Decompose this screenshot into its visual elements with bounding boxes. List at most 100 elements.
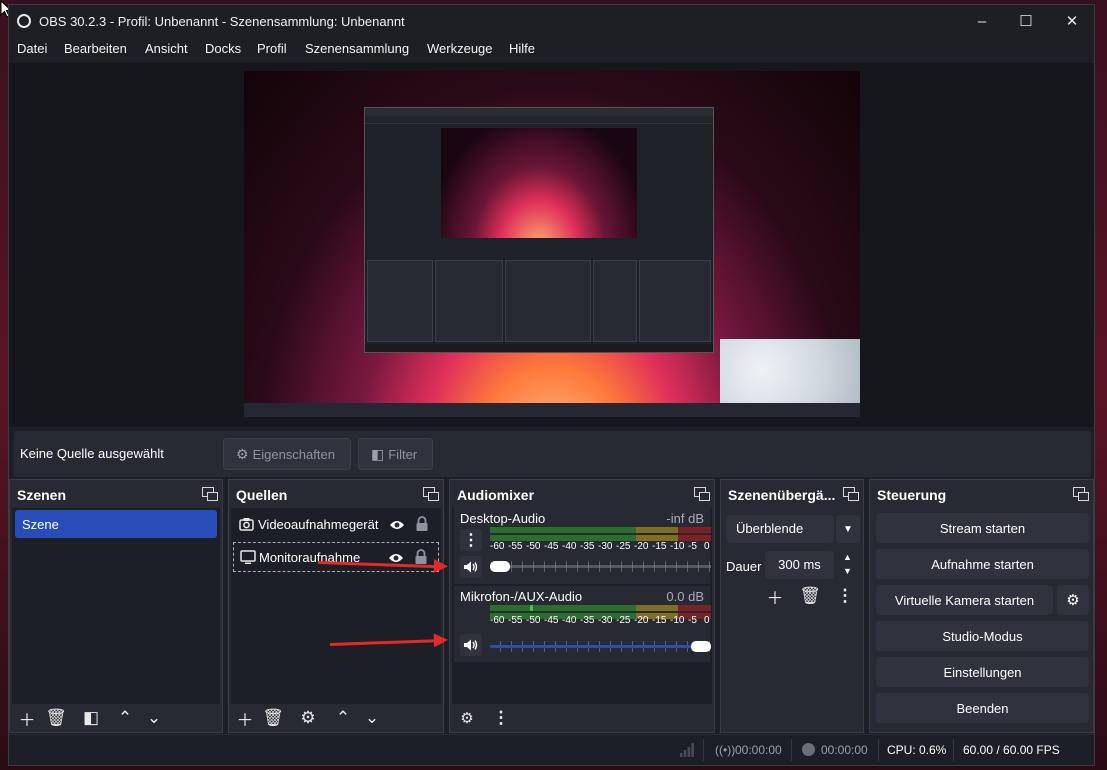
lock-icon[interactable] [414,549,428,565]
speaker-icon[interactable] [460,634,482,656]
stream-broadcast-icon: ((•)) [715,743,736,757]
dots-vertical-icon[interactable]: ⋮ [490,707,512,729]
preview-canvas[interactable] [244,71,860,417]
status-bar: ((•)) 00:00:00 00:00:00 CPU: 0.6% 60.00 … [9,734,1094,765]
camera-icon [239,517,255,533]
chevron-down-icon[interactable]: ⌄ [361,707,383,729]
exit-button[interactable]: Beenden [876,693,1089,723]
advanced-audio-gear-icon[interactable]: ⚙ [456,707,478,729]
minimize-button[interactable]: – [959,5,1005,37]
transitions-dock: Szenenübergä... Überblende ▼ Dauer 300 m… [720,479,864,733]
db-scale-label: -15 [652,541,667,552]
undock-icon[interactable] [202,487,218,501]
add-scene-icon[interactable]: ＋ [16,707,38,730]
speaker-icon[interactable] [460,556,482,578]
controls-title: Steuerung [877,487,947,503]
scene-filter-icon[interactable]: ◧ [80,707,102,729]
record-time: 00:00:00 [821,743,868,757]
menu-datei[interactable]: Datei [17,41,47,56]
settings-button[interactable]: Einstellungen [876,657,1089,687]
undock-icon[interactable] [694,487,710,501]
audiomixer-list: Desktop-Audio -inf dB ⋮ -60 -55 -50 -45 -40-… [452,508,712,704]
chevron-up-icon[interactable]: ⌃ [114,707,136,729]
signal-bars-icon [680,743,694,757]
menu-ansicht[interactable]: Ansicht [145,41,188,56]
trash-icon[interactable]: 🗑 [799,585,821,607]
window-title: OBS 30.2.3 - Profil: Unbenannt - Szenens… [39,14,405,29]
menu-docks[interactable]: Docks [205,41,241,56]
dots-vertical-icon[interactable]: ⋮ [834,585,856,607]
db-scale-label: -15 [652,615,667,626]
scene-item[interactable]: Szene [15,510,217,538]
start-stream-button[interactable]: Stream starten [876,513,1089,543]
db-scale-label: -50 [526,541,541,552]
db-scale-label: -20 [634,615,649,626]
volume-slider[interactable] [490,641,711,652]
start-virtual-camera-button[interactable]: Virtuelle Kamera starten [876,585,1053,615]
fps-display: 60.00 / 60.00 FPS [963,743,1060,757]
db-scale-label: 0 [704,615,710,626]
db-scale-label: -10 [670,615,685,626]
source-row-videoaufnahmegeraet[interactable]: Videoaufnahmegerät [233,510,439,540]
studio-mode-button[interactable]: Studio-Modus [876,621,1089,651]
db-scale-label: -55 [508,615,523,626]
record-dot-icon [802,743,815,756]
menu-bar: Datei Bearbeiten Ansicht Docks Profil Sz… [9,37,1094,61]
trash-icon[interactable]: 🗑 [45,707,67,729]
obs-window: OBS 30.2.3 - Profil: Unbenannt - Szenens… [8,4,1095,766]
undock-icon[interactable] [423,487,439,501]
scenes-list: Szene [12,508,220,704]
undock-icon[interactable] [1073,487,1089,501]
lock-icon[interactable] [415,516,429,532]
maximize-button[interactable]: ☐ [1003,5,1049,37]
db-scale-label: 0 [704,541,710,552]
audiomixer-dock: Audiomixer Desktop-Audio -inf dB ⋮ -60 -5… [449,479,715,733]
chevron-down-icon[interactable]: ⌄ [143,707,165,729]
chevron-down-icon[interactable]: ▼ [836,515,860,543]
menu-szenensammlung[interactable]: Szenensammlung [305,41,409,56]
transition-select[interactable]: Überblende [726,515,834,543]
nested-obs-preview [364,107,714,353]
virtual-camera-settings-gear-icon[interactable]: ⚙ [1057,585,1089,615]
db-scale-label: -35 [580,615,595,626]
scenes-dock: Szenen Szene ＋ 🗑 ◧ ⌃ ⌄ [9,479,223,733]
title-bar[interactable]: OBS 30.2.3 - Profil: Unbenannt - Szenens… [9,5,1094,37]
db-scale-label: -60 [490,541,505,552]
add-source-icon[interactable]: ＋ [234,707,256,730]
dots-vertical-icon[interactable]: ⋮ [460,529,482,551]
db-scale-label: -25 [616,615,631,626]
volume-handle[interactable] [490,561,510,572]
source-row-monitoraufnahme[interactable]: Monitoraufnahme [233,542,439,572]
controls-dock: Steuerung Stream starten Aufnahme starte… [869,479,1094,733]
filter-button[interactable]: ◧ Filter [358,438,433,470]
undock-icon[interactable] [843,487,859,501]
start-recording-button[interactable]: Aufnahme starten [876,549,1089,579]
menu-profil[interactable]: Profil [257,41,287,56]
gear-icon: ⚙ [236,445,249,462]
gear-icon[interactable]: ⚙ [297,707,319,729]
stream-time: 00:00:00 [735,743,782,757]
menu-hilfe[interactable]: Hilfe [509,41,535,56]
close-button[interactable]: ✕ [1049,5,1095,37]
db-scale-label: -25 [616,541,631,552]
trash-icon[interactable]: 🗑 [262,707,284,729]
eye-icon[interactable] [389,518,405,532]
sources-dock: Quellen Videoaufnahmegerät Monitoraufnah… [228,479,444,733]
menu-werkzeuge[interactable]: Werkzeuge [427,41,493,56]
db-scale-label: -10 [670,541,685,552]
properties-button[interactable]: ⚙ Eigenschaften [223,438,351,470]
channel-desktop-audio: Desktop-Audio -inf dB ⋮ -60 -55 -50 -45 -40-… [454,508,711,584]
filter-icon: ◧ [371,445,385,462]
db-scale-label: -60 [490,615,505,626]
preview-area[interactable] [9,63,1094,427]
chevron-up-icon[interactable]: ⌃ [332,707,354,729]
no-source-label: Keine Quelle ausgewählt [20,446,164,461]
duration-stepper[interactable]: ▲ ▼ [836,551,860,579]
duration-input[interactable]: 300 ms [765,551,834,579]
add-transition-icon[interactable]: ＋ [764,585,786,608]
menu-bearbeiten[interactable]: Bearbeiten [64,41,127,56]
volume-slider[interactable] [490,561,711,572]
db-scale-label: -35 [580,541,595,552]
db-scale: -60 -55 -50 -45 -40 -35 -30 -25 -20 -15 -10 -5 0 [490,615,714,627]
volume-handle[interactable] [691,641,711,652]
